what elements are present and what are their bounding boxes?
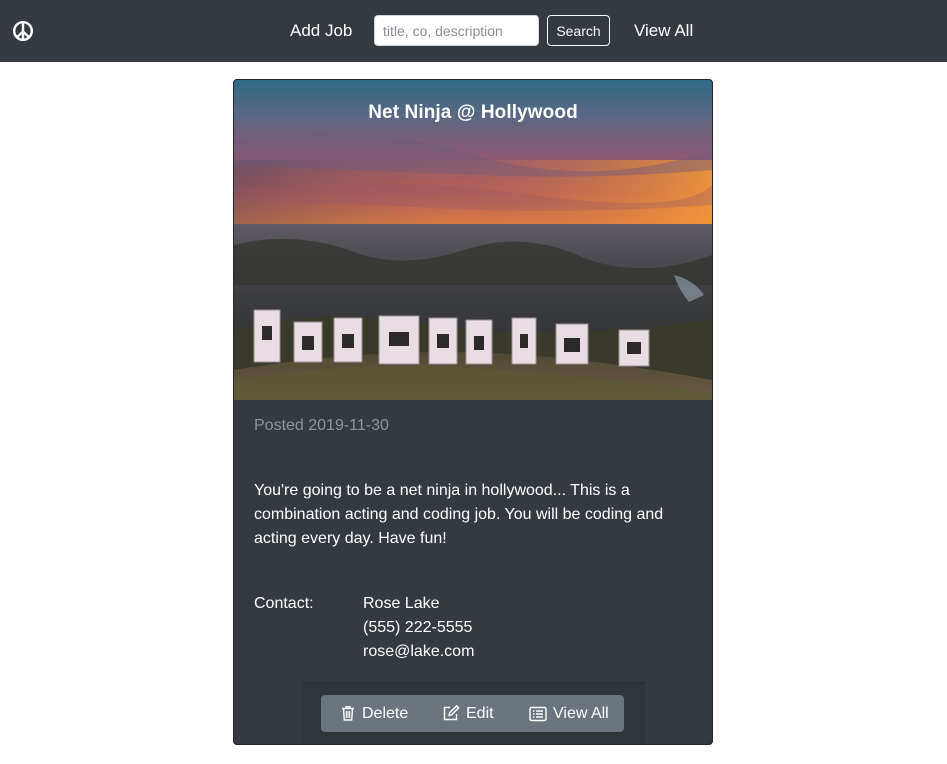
- view-all-button[interactable]: View All: [513, 695, 609, 732]
- search-input[interactable]: [374, 15, 539, 46]
- edit-icon: [443, 705, 460, 721]
- top-navbar: Add Job Search View All: [0, 0, 947, 62]
- hollywood-sign-image: Net Ninja @ Hollywood: [234, 80, 712, 400]
- delete-button[interactable]: Delete: [321, 695, 426, 732]
- list-icon: [529, 706, 547, 721]
- search-button[interactable]: Search: [547, 15, 610, 46]
- action-button-group: Delete Edit View All: [321, 695, 624, 732]
- trash-icon: [342, 706, 354, 721]
- contact-email: rose@lake.com: [363, 643, 475, 660]
- contact-details: Rose Lake (555) 222-5555 rose@lake.com: [363, 592, 474, 664]
- view-all-label: View All: [553, 704, 609, 722]
- contact-name: Rose Lake: [363, 595, 440, 612]
- job-description: You're going to be a net ninja in hollyw…: [254, 482, 664, 547]
- job-title: Net Ninja @ Hollywood: [368, 102, 578, 123]
- edit-label: Edit: [466, 704, 494, 722]
- delete-label: Delete: [362, 704, 409, 722]
- contact-label: Contact:: [254, 595, 314, 612]
- add-job-link[interactable]: Add Job: [290, 21, 352, 41]
- peace-icon[interactable]: [12, 20, 34, 42]
- view-all-link[interactable]: View All: [634, 21, 693, 41]
- contact-phone: (555) 222-5555: [363, 619, 473, 636]
- posted-date: Posted 2019-11-30: [254, 417, 389, 434]
- job-card: Net Ninja @ Hollywood Posted 2019-11-30 …: [233, 79, 713, 745]
- edit-button[interactable]: Edit: [426, 695, 513, 732]
